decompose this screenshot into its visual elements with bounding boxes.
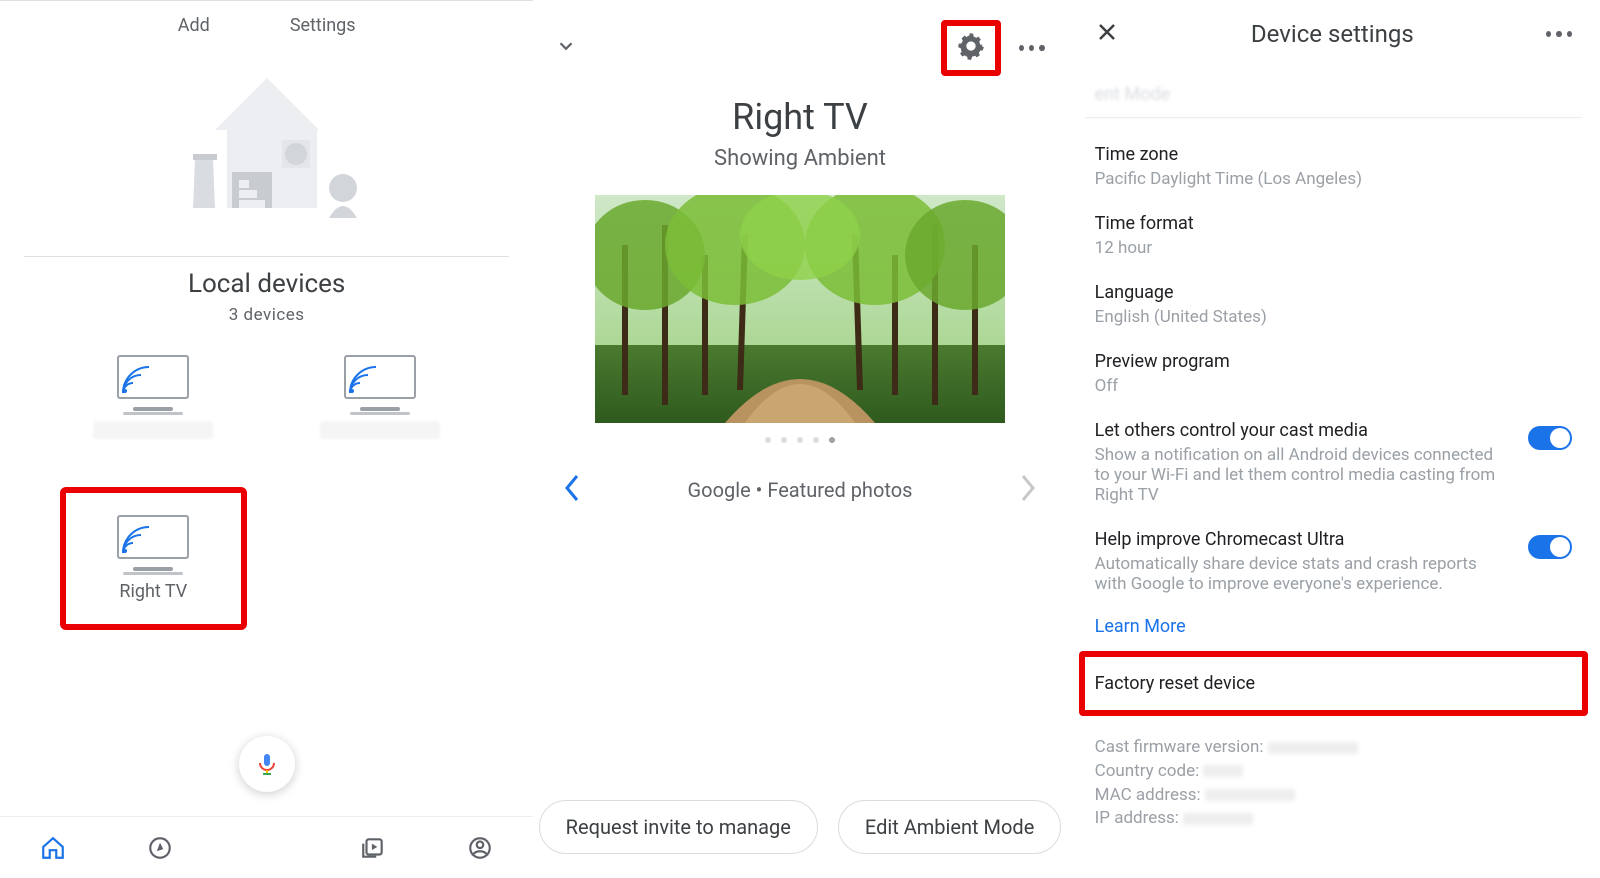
home-tabs: Add Settings [0,1,533,50]
device-settings-button[interactable] [941,20,1001,76]
dot[interactable] [813,437,819,443]
setting-title: Language [1095,282,1572,303]
device-meta: Cast firmware version: Country code: MAC… [1085,728,1582,831]
meta-label: Country code: [1095,761,1200,781]
device-label-blurred [93,421,213,439]
setting-preview-program[interactable]: Preview program Off [1085,339,1582,408]
setting-value: Show a notification on all Android devic… [1095,445,1510,505]
mic-icon [255,752,279,776]
dot[interactable] [765,437,771,443]
setting-title: Help improve Chromecast Ultra [1095,529,1510,550]
tab-settings[interactable]: Settings [290,15,356,36]
home-illustration [0,68,533,228]
meta-value-blurred [1183,813,1253,825]
meta-label: IP address: [1095,808,1179,828]
device-tile[interactable] [60,345,247,459]
tab-add[interactable]: Add [178,15,210,36]
setting-value: Automatically share device stats and cra… [1095,554,1510,594]
meta-value-blurred [1205,789,1295,801]
explore-icon[interactable] [147,835,173,861]
meta-label: MAC address: [1095,785,1201,805]
carousel-next[interactable] [1019,473,1037,507]
gear-icon [957,32,985,60]
separator [24,256,509,257]
device-label-blurred [320,421,440,439]
photo-caption: Google • Featured photos [688,478,913,502]
setting-title: Factory reset device [1095,673,1572,694]
device-label: Right TV [119,581,187,602]
account-icon[interactable] [467,835,493,861]
meta-label: Cast firmware version: [1095,737,1264,757]
more-menu-icon[interactable] [1546,31,1572,37]
page-title: Device settings [1251,20,1414,48]
home-icon[interactable] [40,835,66,861]
local-devices-count: 3 devices [0,305,533,325]
setting-title: Let others control your cast media [1095,420,1510,441]
meta-value-blurred [1268,742,1358,754]
device-action-buttons: Request invite to manage Edit Ambient Mo… [533,800,1066,854]
ambient-preview-image [595,195,1005,423]
dot[interactable] [797,437,803,443]
toggle-help-improve[interactable] [1528,535,1572,559]
dot-active[interactable] [829,437,835,443]
chevron-right-icon [1019,473,1037,503]
device-tile-right-tv[interactable]: Right TV [60,487,247,630]
setting-timezone[interactable]: Time zone Pacific Daylight Time (Los Ang… [1085,132,1582,201]
learn-more-link[interactable]: Learn More [1085,606,1582,639]
carousel-prev[interactable] [563,473,581,507]
device-status: Showing Ambient [533,146,1066,171]
collapse-chevron-icon[interactable] [555,35,577,62]
dot[interactable] [781,437,787,443]
close-button[interactable] [1095,20,1119,48]
cast-device-icon [117,355,189,407]
toggle-cast-control[interactable] [1528,426,1572,450]
setting-timeformat[interactable]: Time format 12 hour [1085,201,1582,270]
setting-value: Pacific Daylight Time (Los Angeles) [1095,169,1572,189]
close-icon [1095,20,1119,44]
chevron-left-icon [563,473,581,503]
media-icon[interactable] [360,835,386,861]
setting-value: Off [1095,376,1572,396]
cast-device-icon [344,355,416,407]
setting-language[interactable]: Language English (United States) [1085,270,1582,339]
setting-cast-control[interactable]: Let others control your cast media Show … [1085,408,1582,517]
setting-title: Time zone [1095,144,1572,165]
device-title: Right TV [533,96,1066,138]
bottom-nav [0,816,533,878]
local-devices-heading: Local devices [0,269,533,299]
ambient-mode-row-partial: ent Mode [1085,78,1582,111]
setting-title: Time format [1095,213,1572,234]
setting-value: 12 hour [1095,238,1572,258]
request-invite-button[interactable]: Request invite to manage [539,800,818,854]
device-grid: Right TV [0,325,533,650]
more-menu-icon[interactable] [1019,45,1045,51]
device-tile[interactable] [287,345,474,459]
cast-device-icon [117,515,189,567]
meta-value-blurred [1203,765,1243,777]
setting-help-improve[interactable]: Help improve Chromecast Ultra Automatica… [1085,517,1582,606]
mic-button[interactable] [239,736,295,792]
divider [1085,117,1582,118]
factory-reset-button[interactable]: Factory reset device [1079,651,1588,716]
setting-title: Preview program [1095,351,1572,372]
edit-ambient-button[interactable]: Edit Ambient Mode [838,800,1061,854]
setting-value: English (United States) [1095,307,1572,327]
